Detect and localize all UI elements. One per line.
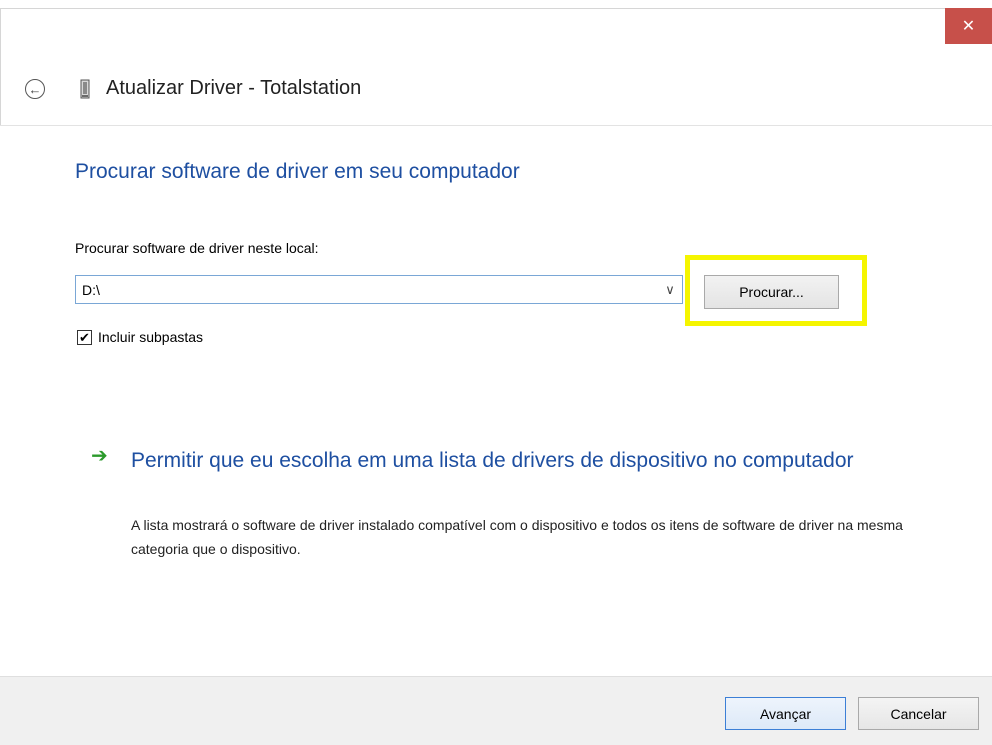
path-input[interactable] [82, 281, 642, 299]
close-icon: ✕ [961, 18, 976, 35]
checkmark-icon: ✔ [79, 330, 90, 345]
path-label: Procurar software de driver neste local: [75, 240, 319, 256]
choose-from-list-link[interactable]: Permitir que eu escolha em uma lista de … [131, 445, 911, 477]
include-subfolders-label[interactable]: Incluir subpastas [98, 329, 203, 345]
choose-from-list-description: A lista mostrará o software de driver in… [131, 517, 903, 557]
next-button[interactable]: Avançar [725, 697, 846, 730]
back-arrow-icon: ← [28, 81, 42, 97]
chevron-down-icon[interactable]: ∨ [661, 280, 679, 300]
cancel-button[interactable]: Cancelar [858, 697, 979, 730]
window-title: Atualizar Driver - Totalstation [106, 77, 362, 99]
path-combobox[interactable]: ∨ [75, 275, 683, 304]
window-top-border [0, 8, 992, 9]
close-button[interactable]: ✕ [945, 8, 992, 44]
green-arrow-icon[interactable]: ➔ [91, 446, 113, 466]
device-icon [80, 79, 90, 99]
back-button[interactable]: ← [25, 79, 45, 99]
update-driver-window: ✕ ← Atualizar Driver - Totalstation Proc… [0, 0, 992, 745]
page-title: Procurar software de driver em seu compu… [75, 160, 520, 183]
browse-button[interactable]: Procurar... [704, 275, 839, 309]
include-subfolders-checkbox[interactable]: ✔ [77, 330, 92, 345]
content-panel [0, 125, 992, 676]
